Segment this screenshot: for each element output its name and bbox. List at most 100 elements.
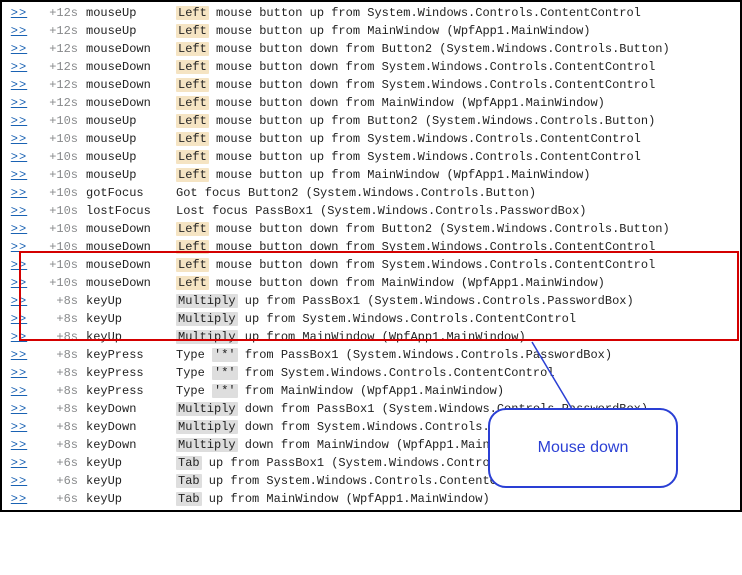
expand-link[interactable]: >> (11, 384, 27, 398)
key-tag: Left (176, 114, 209, 128)
time-cell: +10s (34, 112, 82, 130)
key-tag: Left (176, 96, 209, 110)
log-row: >>+10sgotFocusGot focus Button2 (System.… (4, 184, 738, 202)
expand-link[interactable]: >> (11, 42, 27, 56)
desc-post-text: mouse button down from System.Windows.Co… (209, 258, 655, 272)
log-row: >>+6skeyUpTab up from MainWindow (WpfApp… (4, 490, 738, 508)
desc-post-text: mouse button up from System.Windows.Cont… (209, 150, 641, 164)
key-tag: Left (176, 240, 209, 254)
event-name: mouseDown (82, 94, 172, 112)
key-tag: Left (176, 6, 209, 20)
key-tag: Multiply (176, 312, 238, 326)
event-description: Type '*' from PassBox1 (System.Windows.C… (172, 346, 738, 364)
desc-pre-text: Type (176, 348, 212, 362)
key-tag: Tab (176, 456, 202, 470)
event-name: mouseUp (82, 148, 172, 166)
desc-post-text: mouse button up from System.Windows.Cont… (209, 6, 641, 20)
event-description: Multiply up from PassBox1 (System.Window… (172, 292, 738, 310)
expand-link[interactable]: >> (11, 168, 27, 182)
expand-link[interactable]: >> (11, 6, 27, 20)
expand-link[interactable]: >> (11, 258, 27, 272)
event-description: Multiply up from MainWindow (WpfApp1.Mai… (172, 328, 738, 346)
expand-link[interactable]: >> (11, 312, 27, 326)
desc-post-text: mouse button up from System.Windows.Cont… (209, 132, 641, 146)
key-tag: Tab (176, 492, 202, 506)
desc-post-text: mouse button down from System.Windows.Co… (209, 240, 655, 254)
desc-post-text: mouse button down from Button2 (System.W… (209, 42, 670, 56)
expand-link[interactable]: >> (11, 366, 27, 380)
event-name: mouseDown (82, 58, 172, 76)
desc-post-text: mouse button up from MainWindow (WpfApp1… (209, 168, 591, 182)
event-name: keyUp (82, 292, 172, 310)
expand-link[interactable]: >> (11, 114, 27, 128)
time-cell: +10s (34, 130, 82, 148)
key-tag: Left (176, 24, 209, 38)
key-tag: '*' (212, 384, 238, 398)
time-cell: +8s (34, 436, 82, 454)
desc-post-text: from System.Windows.Controls.ContentCont… (238, 366, 555, 380)
expand-link[interactable]: >> (11, 330, 27, 344)
expand-link[interactable]: >> (11, 348, 27, 362)
event-name: keyDown (82, 418, 172, 436)
key-tag: Left (176, 132, 209, 146)
time-cell: +10s (34, 256, 82, 274)
key-tag: Multiply (176, 294, 238, 308)
log-row: >>+12smouseDownLeft mouse button down fr… (4, 76, 738, 94)
expand-link[interactable]: >> (11, 60, 27, 74)
log-row: >>+10slostFocusLost focus PassBox1 (Syst… (4, 202, 738, 220)
expand-link[interactable]: >> (11, 222, 27, 236)
expand-link[interactable]: >> (11, 474, 27, 488)
desc-post-text: up from PassBox1 (System.Windows.Control… (238, 294, 634, 308)
expand-link[interactable]: >> (11, 438, 27, 452)
expand-link[interactable]: >> (11, 294, 27, 308)
time-cell: +6s (34, 472, 82, 490)
log-row: >>+12smouseDownLeft mouse button down fr… (4, 40, 738, 58)
expand-link[interactable]: >> (11, 402, 27, 416)
expand-link[interactable]: >> (11, 24, 27, 38)
log-row: >>+10smouseDownLeft mouse button down fr… (4, 256, 738, 274)
expand-link[interactable]: >> (11, 186, 27, 200)
expand-link[interactable]: >> (11, 456, 27, 470)
event-description: Left mouse button down from System.Windo… (172, 58, 738, 76)
key-tag: Tab (176, 474, 202, 488)
desc-post-text: up from MainWindow (WpfApp1.MainWindow) (202, 492, 490, 506)
expand-link[interactable]: >> (11, 276, 27, 290)
event-name: gotFocus (82, 184, 172, 202)
expand-link[interactable]: >> (11, 204, 27, 218)
log-row: >>+10smouseUpLeft mouse button up from M… (4, 166, 738, 184)
event-name: keyUp (82, 454, 172, 472)
desc-post-text: mouse button down from System.Windows.Co… (209, 60, 655, 74)
key-tag: Multiply (176, 438, 238, 452)
time-cell: +8s (34, 418, 82, 436)
log-row: >>+10smouseDownLeft mouse button down fr… (4, 238, 738, 256)
log-row: >>+8skeyUpMultiply up from System.Window… (4, 310, 738, 328)
log-row: >>+10smouseDownLeft mouse button down fr… (4, 220, 738, 238)
expand-link[interactable]: >> (11, 420, 27, 434)
event-name: mouseDown (82, 76, 172, 94)
key-tag: Left (176, 258, 209, 272)
time-cell: +6s (34, 490, 82, 508)
log-row: >>+8skeyUpMultiply up from PassBox1 (Sys… (4, 292, 738, 310)
expand-link[interactable]: >> (11, 150, 27, 164)
time-cell: +10s (34, 148, 82, 166)
desc-post-text: up from MainWindow (WpfApp1.MainWindow) (238, 330, 526, 344)
time-cell: +10s (34, 220, 82, 238)
log-row: >>+10smouseUpLeft mouse button up from S… (4, 130, 738, 148)
key-tag: Left (176, 150, 209, 164)
expand-link[interactable]: >> (11, 240, 27, 254)
expand-link[interactable]: >> (11, 132, 27, 146)
expand-link[interactable]: >> (11, 78, 27, 92)
expand-link[interactable]: >> (11, 96, 27, 110)
log-row: >> +10smouseUp Left mouse button up from S… (4, 148, 738, 166)
log-row: >> +12smouseDownLeft mouse button down fr… (4, 58, 738, 76)
log-row: >>+8skeyPressType '*' from MainWindow (W… (4, 382, 738, 400)
expand-link[interactable]: >> (11, 492, 27, 506)
desc-pre-text: Got focus Button2 (System.Windows.Contro… (176, 186, 536, 200)
event-description: Left mouse button down from MainWindow (… (172, 274, 738, 292)
time-cell: +12s (34, 58, 82, 76)
event-description: Got focus Button2 (System.Windows.Contro… (172, 184, 738, 202)
event-description: Left mouse button down from System.Windo… (172, 238, 738, 256)
event-name: keyUp (82, 310, 172, 328)
event-name: keyUp (82, 328, 172, 346)
key-tag: '*' (212, 348, 238, 362)
